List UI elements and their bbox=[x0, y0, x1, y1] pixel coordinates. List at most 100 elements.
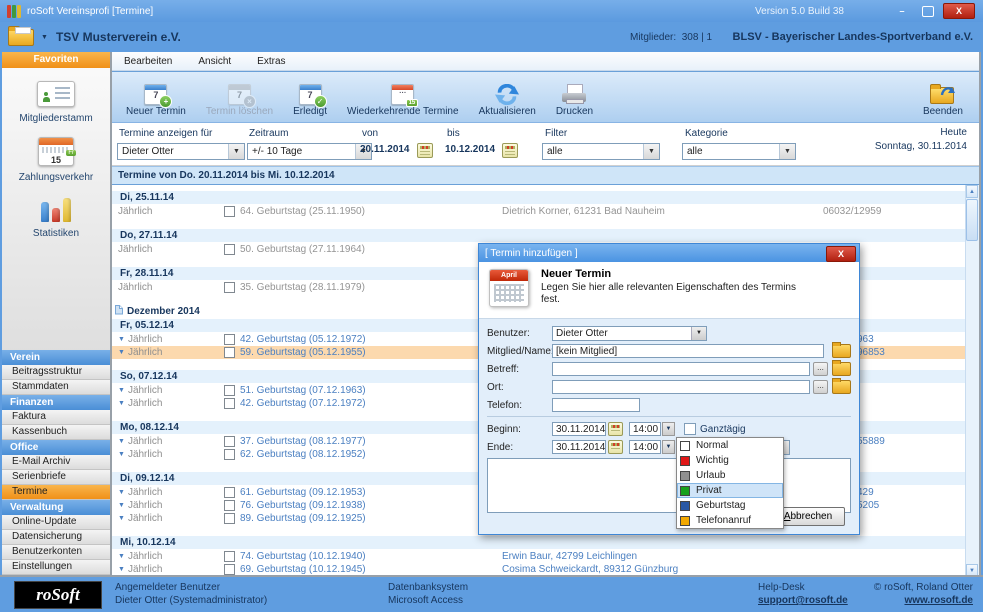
sidebar-item-datensicherung[interactable]: Datensicherung bbox=[2, 530, 110, 545]
minimize-button[interactable] bbox=[891, 4, 913, 18]
category-option-privat[interactable]: Privat bbox=[677, 483, 783, 498]
beginn-date-input[interactable]: 30.11.2014 bbox=[552, 422, 606, 436]
done-checkbox[interactable] bbox=[224, 385, 235, 396]
von-calendar-icon[interactable] bbox=[417, 143, 433, 158]
show-for-select[interactable]: Dieter Otter▼ bbox=[117, 143, 245, 160]
sidebar-item-termine[interactable]: Termine bbox=[2, 485, 110, 500]
done-checkbox[interactable] bbox=[224, 334, 235, 345]
category-option-wichtig[interactable]: Wichtig bbox=[677, 453, 783, 468]
ende-time-input[interactable]: 14:00 bbox=[629, 440, 661, 454]
toolbar-beenden[interactable]: Beenden bbox=[913, 75, 973, 119]
beginn-time-input[interactable]: 14:00 bbox=[629, 422, 661, 436]
scrollbar[interactable]: ▲ ▼ bbox=[965, 185, 979, 577]
expand-arrow-icon[interactable]: ▼ bbox=[118, 566, 125, 573]
kategorie-select[interactable]: alle▼ bbox=[682, 143, 796, 160]
category-option-geburtstag[interactable]: Geburtstag bbox=[677, 498, 783, 513]
sidebar-item-benutzerkonten[interactable]: Benutzerkonten bbox=[2, 545, 110, 560]
toolbar-aktualisieren[interactable]: Aktualisieren bbox=[469, 75, 546, 119]
done-checkbox[interactable] bbox=[224, 564, 235, 575]
done-checkbox[interactable] bbox=[224, 282, 235, 293]
bis-date[interactable]: 10.12.2014 bbox=[445, 144, 495, 155]
betreff-ellipsis-button[interactable]: ... bbox=[813, 362, 828, 376]
sidebar-item-zahlungsverkehr[interactable]: Fr15Zahlungsverkehr bbox=[2, 137, 110, 183]
done-checkbox[interactable] bbox=[224, 500, 235, 511]
telefon-input[interactable] bbox=[552, 398, 640, 412]
sidebar-item-statistiken[interactable]: Statistiken bbox=[2, 196, 110, 239]
ort-ellipsis-button[interactable]: ... bbox=[813, 380, 828, 394]
dialog-close-button[interactable] bbox=[826, 246, 856, 262]
ende-time-dropdown-icon[interactable]: ▼ bbox=[662, 440, 675, 454]
member-lookup-folder-icon[interactable] bbox=[832, 344, 851, 358]
ort-folder-icon[interactable] bbox=[832, 380, 851, 394]
toolbar-neuer-termin[interactable]: 7+Neuer Termin bbox=[116, 75, 196, 119]
ganztaegig-checkbox[interactable] bbox=[684, 423, 696, 435]
sidebar-item-mitgliederstamm[interactable]: Mitgliederstamm bbox=[2, 81, 110, 124]
footer-help-link[interactable]: support@rosoft.de bbox=[758, 594, 848, 607]
ende-date-input[interactable]: 30.11.2014 bbox=[552, 440, 606, 454]
ende-calendar-icon[interactable] bbox=[608, 440, 623, 454]
category-option-normal[interactable]: Normal bbox=[677, 438, 783, 453]
menu-ansicht[interactable]: Ansicht bbox=[198, 56, 231, 67]
sidebar-item-online-update[interactable]: Online-Update bbox=[2, 515, 110, 530]
benutzer-select[interactable]: Dieter Otter▼ bbox=[552, 326, 707, 341]
members-count: Mitglieder: 308 | 1 bbox=[630, 32, 712, 43]
category-option-telefonanruf[interactable]: Telefonanruf bbox=[677, 513, 783, 528]
filter-select[interactable]: alle▼ bbox=[542, 143, 660, 160]
category-option-urlaub[interactable]: Urlaub bbox=[677, 468, 783, 483]
expand-arrow-icon[interactable]: ▼ bbox=[118, 515, 125, 522]
toolbar-drucken[interactable]: Drucken bbox=[546, 75, 603, 119]
appointment-row[interactable]: Jährlich64. Geburtstag (25.11.1950)Dietr… bbox=[112, 205, 965, 218]
expand-arrow-icon[interactable]: ▼ bbox=[118, 451, 125, 458]
menu-bearbeiten[interactable]: Bearbeiten bbox=[124, 56, 172, 67]
expand-arrow-icon[interactable]: ▼ bbox=[118, 553, 125, 560]
zeitraum-select[interactable]: +/- 10 Tage▼ bbox=[247, 143, 372, 160]
done-checkbox[interactable] bbox=[224, 398, 235, 409]
scrollbar-thumb[interactable] bbox=[966, 199, 978, 241]
betreff-folder-icon[interactable] bbox=[832, 362, 851, 376]
done-checkbox[interactable] bbox=[224, 513, 235, 524]
appointment-row[interactable]: ▼Jährlich74. Geburtstag (10.12.1940)Erwi… bbox=[112, 550, 965, 563]
footer-website-link[interactable]: www.rosoft.de bbox=[874, 594, 973, 607]
done-checkbox[interactable] bbox=[224, 487, 235, 498]
menu-extras[interactable]: Extras bbox=[257, 56, 285, 67]
club-dropdown-icon[interactable]: ▼ bbox=[41, 34, 48, 41]
calendar-recurring-icon: ···15 bbox=[391, 82, 414, 106]
close-button[interactable] bbox=[943, 3, 975, 19]
ganztaegig-checkbox-row[interactable]: Ganztägig bbox=[684, 423, 746, 435]
done-checkbox[interactable] bbox=[224, 244, 235, 255]
beginn-calendar-icon[interactable] bbox=[608, 422, 623, 436]
sidebar-item-kassenbuch[interactable]: Kassenbuch bbox=[2, 425, 110, 440]
sidebar-item-einstellungen[interactable]: Einstellungen bbox=[2, 560, 110, 575]
expand-arrow-icon[interactable]: ▼ bbox=[118, 400, 125, 407]
expand-arrow-icon[interactable]: ▼ bbox=[118, 438, 125, 445]
beginn-time-dropdown-icon[interactable]: ▼ bbox=[662, 422, 675, 436]
category-color-swatch bbox=[680, 441, 690, 451]
expand-arrow-icon[interactable]: ▼ bbox=[118, 489, 125, 496]
toolbar-erledigt[interactable]: 7✓Erledigt bbox=[283, 75, 337, 119]
sidebar-item-e-mail-archiv[interactable]: E-Mail Archiv bbox=[2, 455, 110, 470]
notes-textarea[interactable] bbox=[487, 458, 851, 513]
done-checkbox[interactable] bbox=[224, 347, 235, 358]
bis-calendar-icon[interactable] bbox=[502, 143, 518, 158]
sidebar-item-faktura[interactable]: Faktura bbox=[2, 410, 110, 425]
sidebar-item-beitragsstruktur[interactable]: Beitragsstruktur bbox=[2, 365, 110, 380]
maximize-button[interactable] bbox=[922, 6, 934, 17]
done-checkbox[interactable] bbox=[224, 449, 235, 460]
expand-arrow-icon[interactable]: ▼ bbox=[118, 336, 125, 343]
scroll-up-icon[interactable]: ▲ bbox=[966, 185, 978, 198]
done-checkbox[interactable] bbox=[224, 436, 235, 447]
sidebar-item-serienbriefe[interactable]: Serienbriefe bbox=[2, 470, 110, 485]
von-date[interactable]: 20.11.2014 bbox=[360, 144, 410, 155]
betreff-input[interactable] bbox=[552, 362, 810, 376]
toolbar-wiederkehrende-termine[interactable]: ···15Wiederkehrende Termine bbox=[337, 75, 469, 119]
expand-arrow-icon[interactable]: ▼ bbox=[118, 387, 125, 394]
club-folder-icon[interactable] bbox=[8, 29, 34, 46]
expand-arrow-icon[interactable]: ▼ bbox=[118, 349, 125, 356]
sidebar-item-stammdaten[interactable]: Stammdaten bbox=[2, 380, 110, 395]
done-checkbox[interactable] bbox=[224, 551, 235, 562]
done-checkbox[interactable] bbox=[224, 206, 235, 217]
ort-input[interactable] bbox=[552, 380, 810, 394]
payment-calendar-icon: Fr15 bbox=[38, 137, 74, 169]
mitglied-input[interactable]: [kein Mitglied] bbox=[552, 344, 824, 358]
expand-arrow-icon[interactable]: ▼ bbox=[118, 502, 125, 509]
